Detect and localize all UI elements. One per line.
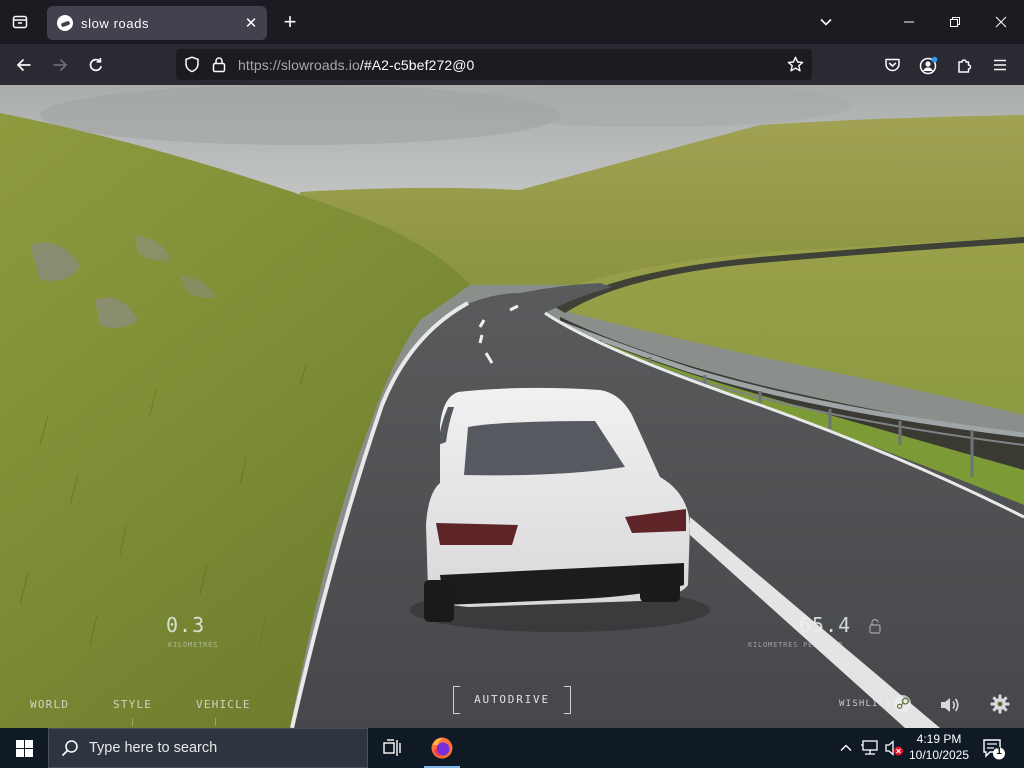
tab-list-button[interactable] xyxy=(6,8,34,36)
start-button[interactable] xyxy=(0,728,48,768)
menu-world[interactable]: WORLD xyxy=(30,698,69,711)
menu-vehicle[interactable]: VEHICLE xyxy=(196,698,251,711)
speed-lock-icon[interactable] xyxy=(868,617,882,635)
firefox-icon xyxy=(431,737,453,759)
tab-title: slow roads xyxy=(81,15,150,31)
url-text[interactable]: https://slowroads.io/#A2-c5bef272@0 xyxy=(238,57,474,73)
address-bar[interactable]: https://slowroads.io/#A2-c5bef272@0 xyxy=(176,49,812,80)
account-icon xyxy=(919,56,937,74)
notification-center-button[interactable]: 1 xyxy=(978,734,1008,762)
minimize-icon xyxy=(904,21,914,23)
window-close-button[interactable] xyxy=(978,0,1024,44)
search-placeholder: Type here to search xyxy=(89,740,218,756)
window-restore-button[interactable] xyxy=(932,0,978,44)
notification-count: 1 xyxy=(996,746,1002,757)
back-button[interactable] xyxy=(9,50,39,80)
tab-list-icon xyxy=(12,15,28,29)
lock-icon[interactable] xyxy=(212,56,226,73)
close-tab-icon[interactable]: ✕ xyxy=(241,13,261,33)
task-view-button[interactable] xyxy=(370,728,414,768)
settings-gear-icon[interactable] xyxy=(990,694,1010,714)
restore-icon xyxy=(950,17,960,27)
reload-button[interactable] xyxy=(81,50,111,80)
game-viewport[interactable]: 0.3 KILOMETRES 65.4 KILOMETRES PER HOUR … xyxy=(0,85,1024,728)
arrow-right-icon xyxy=(53,58,68,72)
close-icon xyxy=(995,16,1007,28)
task-view-icon xyxy=(383,739,401,756)
notification-icon xyxy=(983,739,1005,760)
forward-button[interactable] xyxy=(45,50,75,80)
firefox-taskbar-button[interactable] xyxy=(420,728,464,768)
url-path: /#A2-c5bef272@0 xyxy=(359,57,475,73)
bookmark-star-icon[interactable] xyxy=(787,56,804,73)
search-icon xyxy=(61,740,78,757)
network-icon[interactable] xyxy=(860,739,880,757)
list-all-tabs-button[interactable] xyxy=(812,8,840,36)
arrow-left-icon xyxy=(16,58,31,72)
hud-distance-value: 0.3 xyxy=(166,613,206,637)
shield-icon[interactable] xyxy=(184,56,200,73)
chevron-down-icon xyxy=(820,18,832,26)
slow-roads-favicon-icon xyxy=(57,15,73,31)
reload-icon xyxy=(89,58,103,72)
clock-time: 4:19 PM xyxy=(916,732,962,746)
puzzle-piece-icon xyxy=(957,58,971,73)
account-button[interactable] xyxy=(913,50,943,80)
new-tab-button[interactable]: + xyxy=(276,8,304,36)
pocket-button[interactable] xyxy=(877,50,907,80)
taskbar-clock[interactable]: 4:19 PM 10/10/2025 xyxy=(906,731,972,765)
window-minimize-button[interactable] xyxy=(886,0,932,44)
browser-navigation-bar: https://slowroads.io/#A2-c5bef272@0 xyxy=(0,44,1024,85)
pocket-icon xyxy=(884,58,900,72)
browser-tab-bar: slow roads ✕ + xyxy=(0,0,1024,44)
taskbar-search-box[interactable]: Type here to search xyxy=(48,728,368,768)
sound-icon[interactable] xyxy=(939,695,961,715)
menu-divider xyxy=(215,718,216,726)
hud-speed-unit: KILOMETRES PER HOUR xyxy=(748,641,844,649)
app-menu-button[interactable] xyxy=(985,50,1015,80)
menu-style[interactable]: STYLE xyxy=(113,698,152,711)
hud-speed-value: 65.4 xyxy=(799,613,852,637)
wishlist-link[interactable]: WISHLIST xyxy=(839,699,892,709)
autodrive-button[interactable]: AUTODRIVE xyxy=(453,686,571,714)
windows-taskbar: Type here to search 4:19 PM 10/10/2025 1 xyxy=(0,728,1024,768)
hamburger-menu-icon xyxy=(994,59,1006,71)
steam-icon[interactable] xyxy=(893,694,912,713)
clock-date: 10/10/2025 xyxy=(908,748,970,762)
tab-slow-roads[interactable]: slow roads ✕ xyxy=(47,6,267,40)
volume-muted-icon[interactable] xyxy=(884,739,904,757)
hud-distance-unit: KILOMETRES xyxy=(168,641,219,649)
extensions-button[interactable] xyxy=(949,50,979,80)
menu-divider xyxy=(132,718,133,726)
windows-logo-icon xyxy=(15,739,33,757)
url-host: https://slowroads.io xyxy=(238,57,360,73)
show-hidden-icons-chevron-up-icon[interactable] xyxy=(838,740,854,756)
